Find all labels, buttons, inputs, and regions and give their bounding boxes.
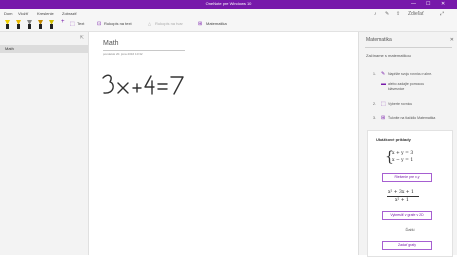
solve-xy-button[interactable]: Riešenie pre x,y: [382, 173, 432, 182]
equation-1-line-1[interactable]: x + y = 3: [392, 151, 413, 156]
step-number: 2.: [373, 102, 376, 106]
fraction-bar: [387, 196, 419, 197]
page-date: pondelok 20. júna 2016 10:32: [103, 52, 143, 56]
bell-icon[interactable]: ♪: [374, 11, 377, 17]
enter-graphs-button[interactable]: Zadať grafy: [382, 241, 432, 250]
handwritten-equation[interactable]: [101, 72, 191, 98]
more-examples-label: Ďalší: [405, 227, 415, 232]
equation-2-numerator[interactable]: x² + 3x + 1: [388, 190, 414, 195]
pen-tool-2[interactable]: [15, 20, 22, 29]
equation-1-line-2[interactable]: x − y = 1: [392, 158, 413, 163]
math-pane: Matematika ✕ Začíname s matematikou 1. ✎…: [358, 32, 457, 257]
tab-home[interactable]: Dom: [4, 11, 12, 16]
pen-tool-4[interactable]: [37, 20, 44, 29]
menu-bar: Dom Vložiť Kreslenie Zobraziť ♪ ✎ ⇪ Zdie…: [0, 9, 457, 18]
pin-icon[interactable]: ⇱: [80, 35, 84, 41]
step-text: Napíšte svoju rovnicu ručne.: [388, 72, 433, 76]
ink-to-shape-button[interactable]: Rukopis na tvar: [155, 21, 183, 26]
maximize-button[interactable]: ☐: [426, 1, 430, 7]
pane-divider: [365, 47, 452, 48]
step-number: 1.: [373, 72, 376, 76]
window-title: OneNote pre Windows 10: [205, 1, 252, 6]
close-icon[interactable]: ✕: [450, 37, 454, 43]
draw-toolbar: + ⬚ Text ⊡ Rukopis na text △ Rukopis na …: [0, 18, 457, 32]
share-button[interactable]: Zdieľať: [408, 11, 424, 17]
pen-icon: ✎: [381, 71, 386, 77]
share-icon[interactable]: ⇪: [396, 11, 400, 17]
add-pen-button[interactable]: +: [61, 19, 65, 25]
ink-to-text-icon[interactable]: ⊡: [97, 21, 101, 27]
lasso-icon[interactable]: ⬚: [70, 21, 75, 27]
pen-tool-3[interactable]: [26, 20, 33, 29]
math-icon: ⊞: [381, 115, 386, 121]
pane-title: Matematika: [366, 37, 392, 43]
text-button[interactable]: Text: [77, 21, 84, 26]
step-1b: ▬ alebo zadajte pomocou klávesnice: [373, 82, 453, 96]
title-bar: OneNote pre Windows 10 — ☐ ✕: [0, 0, 457, 9]
page-list: ⇱ Math: [0, 32, 89, 255]
step-text: Vyberte rovnicu: [388, 102, 413, 106]
pen-tool-1[interactable]: [4, 20, 11, 29]
intro-text: Začíname s matematikou: [366, 53, 411, 58]
examples-card: Ukážkové príklady { x + y = 3 x − y = 1 …: [367, 130, 453, 257]
page-title[interactable]: Math: [103, 40, 119, 47]
lasso-icon: ⬚: [381, 101, 386, 107]
step-2: 2. ⬚ Vyberte rovnicu: [373, 102, 453, 108]
expand-icon[interactable]: ⤢: [440, 11, 444, 17]
title-underline: [103, 50, 185, 51]
step-text: alebo zadajte pomocou klávesnice: [388, 82, 425, 91]
close-window-button[interactable]: ✕: [441, 1, 445, 7]
step-number: 3.: [373, 116, 376, 120]
tab-insert[interactable]: Vložiť: [18, 11, 28, 16]
pen-tool-5[interactable]: [48, 20, 55, 29]
minimize-button[interactable]: —: [411, 1, 416, 7]
pen-icon[interactable]: ✎: [385, 11, 389, 17]
step-3: 3. ⊞ Ťuknite na tlačidlo Matematika: [373, 116, 453, 122]
keyboard-icon: ▬: [381, 81, 386, 87]
ink-to-text-button[interactable]: Rukopis na text: [104, 21, 132, 26]
tab-draw[interactable]: Kreslenie: [37, 11, 54, 16]
page-canvas[interactable]: Math pondelok 20. júna 2016 10:32: [89, 32, 358, 255]
page-list-item[interactable]: Math: [0, 45, 88, 53]
math-icon[interactable]: ⊞: [198, 21, 202, 27]
ink-to-shape-icon: △: [148, 21, 152, 26]
page-list-item-label: Math: [5, 46, 14, 51]
tab-view[interactable]: Zobraziť: [62, 11, 77, 16]
step-text: Ťuknite na tlačidlo Matematika: [388, 116, 436, 120]
equation-2-denominator[interactable]: x² + 1: [395, 198, 409, 203]
math-button[interactable]: Matematika: [206, 21, 227, 26]
plot-2d-button[interactable]: Vykresliť v grafe v 2D: [382, 211, 432, 220]
examples-title: Ukážkové príklady: [376, 137, 411, 142]
